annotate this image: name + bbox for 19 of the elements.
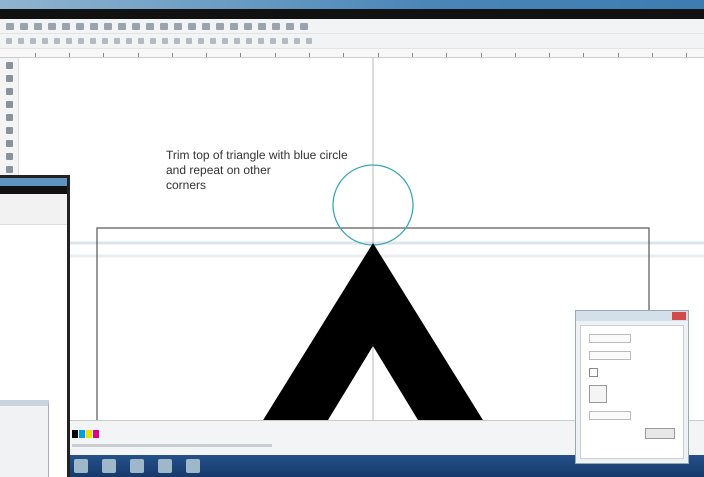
color-swatch[interactable] <box>93 430 99 438</box>
taskbar-icon[interactable] <box>130 459 144 473</box>
menu-bar <box>0 186 67 194</box>
toolbar <box>0 194 67 225</box>
taskbar-icon[interactable] <box>74 459 88 473</box>
color-swatch[interactable] <box>79 430 85 438</box>
title-bar <box>0 178 67 186</box>
color-swatch[interactable] <box>86 430 92 438</box>
input-field[interactable] <box>589 334 631 343</box>
checkbox[interactable] <box>589 368 598 377</box>
color-swatch[interactable] <box>72 430 78 438</box>
apply-button[interactable] <box>645 428 675 439</box>
taskbar-icon[interactable] <box>186 459 200 473</box>
preview-icon <box>589 385 607 403</box>
input-field[interactable] <box>589 351 631 360</box>
taskbar-icon[interactable] <box>158 459 172 473</box>
input-field[interactable] <box>589 411 631 420</box>
annotation-text: Trim top of triangle with blue circle and repeat on other corners <box>166 148 348 193</box>
taskbar-icon[interactable] <box>102 459 116 473</box>
